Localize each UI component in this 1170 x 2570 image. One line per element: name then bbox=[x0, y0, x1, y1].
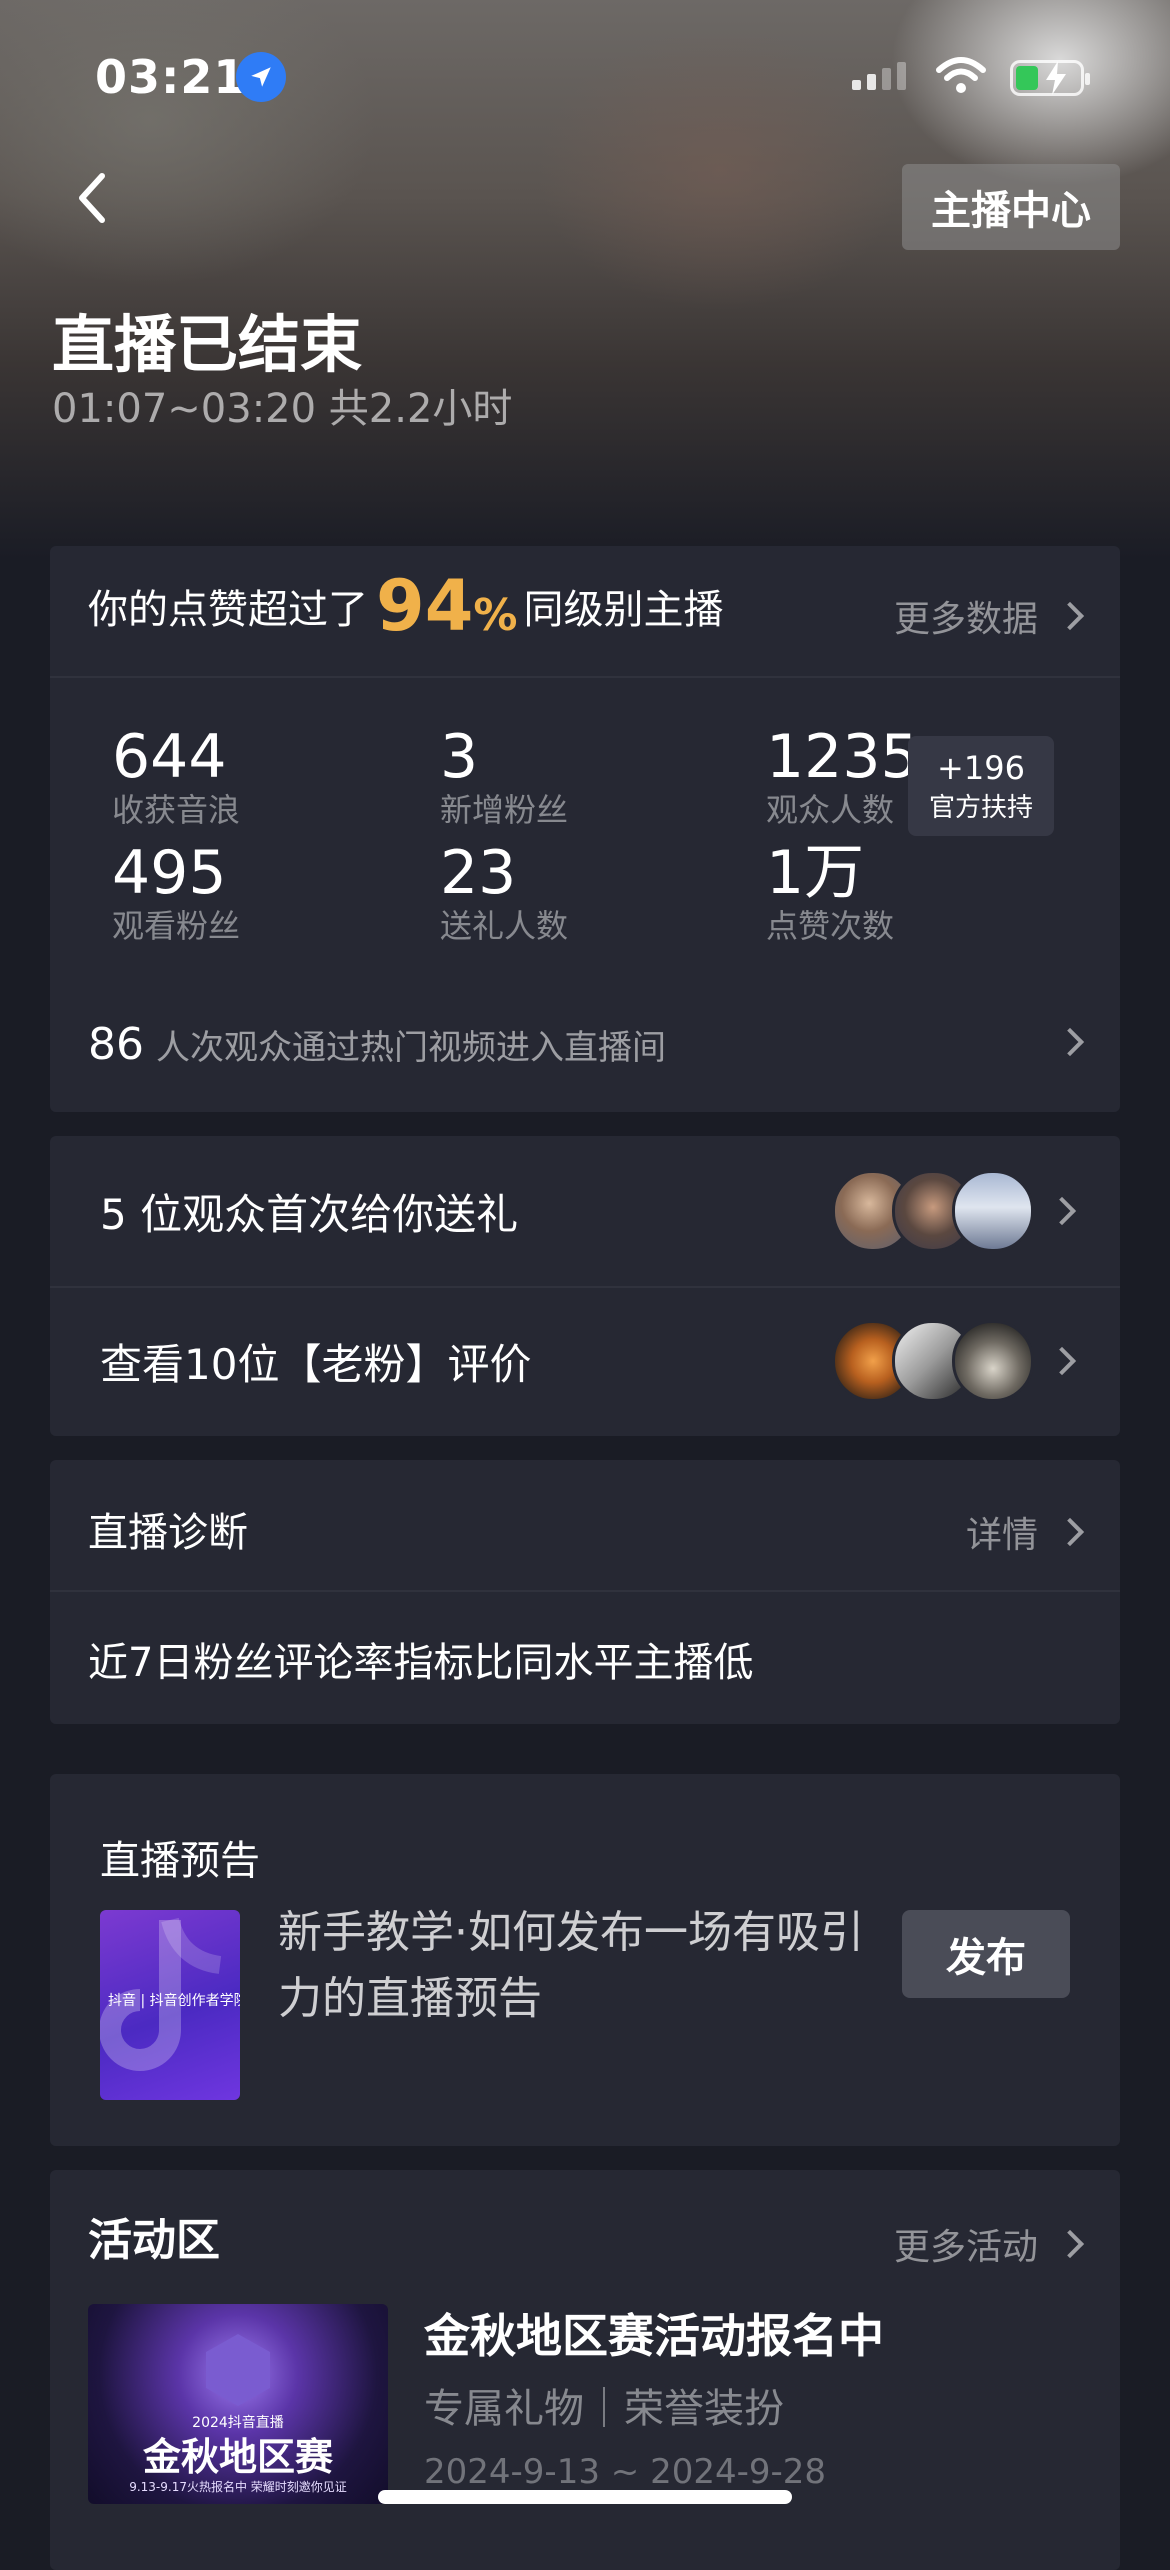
avatar bbox=[952, 1320, 1034, 1402]
chevron-right-icon bbox=[1055, 1027, 1085, 1057]
banner-caption: 9.13-9.17火热报名中 荣耀时刻邀你见证 bbox=[129, 2480, 347, 2494]
likes-suffix: 同级别主播 bbox=[523, 587, 724, 633]
publish-button[interactable]: 发布 bbox=[902, 1910, 1070, 1998]
thumbnail-caption: 抖音 | 抖音创作者学院 bbox=[108, 1993, 240, 2009]
status-time: 03:21 bbox=[95, 50, 247, 104]
activity-title: 活动区 bbox=[88, 2215, 220, 2266]
likes-percent: 94% bbox=[376, 565, 518, 647]
tiktok-logo-icon bbox=[206, 2334, 270, 2406]
banner-title: 金秋地区赛 bbox=[142, 2435, 333, 2479]
diagnosis-message: 近7日粉丝评论率指标比同水平主播低 bbox=[88, 1640, 754, 1686]
page-title: 直播已结束 bbox=[52, 308, 363, 381]
divider bbox=[50, 676, 1120, 678]
preview-description[interactable]: 新手教学·如何发布一场有吸引力的直播预告 bbox=[278, 1900, 878, 2032]
stat-item: 1235 观众人数 bbox=[766, 722, 919, 829]
battery-icon bbox=[1010, 60, 1090, 96]
diagnosis-card: 直播诊断 详情 近7日粉丝评论率指标比同水平主播低 bbox=[50, 1460, 1120, 1724]
back-button[interactable] bbox=[72, 168, 122, 228]
hot-video-entry-row[interactable]: 86 人次观众通过热门视频进入直播间 bbox=[88, 1012, 666, 1076]
wifi-icon bbox=[936, 56, 986, 100]
live-time-range: 01:07~03:20 共2.2小时 bbox=[52, 386, 513, 432]
stat-item: 644 收获音浪 bbox=[112, 722, 241, 829]
home-indicator[interactable] bbox=[378, 2490, 792, 2504]
chevron-right-icon bbox=[1055, 2229, 1085, 2259]
chevron-right-icon bbox=[1055, 1517, 1085, 1547]
activity-name[interactable]: 金秋地区赛活动报名中 bbox=[424, 2300, 884, 2366]
official-boost-badge: +196 官方扶持 bbox=[908, 736, 1054, 836]
fan-review-row[interactable]: 查看10位【老粉】评价 bbox=[50, 1286, 1120, 1436]
chevron-right-icon bbox=[1047, 1346, 1077, 1376]
stat-item: 495 观看粉丝 bbox=[112, 838, 241, 945]
stat-item: 1万 点赞次数 bbox=[766, 838, 895, 945]
more-activities-link[interactable]: 更多活动 bbox=[894, 2218, 1085, 2270]
live-preview-card: 直播预告 抖音 | 抖音创作者学院 新手教学·如何发布一场有吸引力的直播预告 发… bbox=[50, 1774, 1120, 2146]
stat-item: 3 新增粉丝 bbox=[440, 722, 569, 829]
diagnosis-detail-link[interactable]: 详情 bbox=[966, 1506, 1085, 1558]
activity-banner[interactable]: 2024抖音直播 金秋地区赛 9.13-9.17火热报名中 荣耀时刻邀你见证 bbox=[88, 2304, 388, 2504]
activity-card: 活动区 更多活动 2024抖音直播 金秋地区赛 9.13-9.17火热报名中 荣… bbox=[50, 2170, 1120, 2570]
summary-card: 你的点赞超过了 94% 同级别主播 更多数据 644 收获音浪 3 新增粉丝 123… bbox=[50, 546, 1120, 1112]
stat-item: 23 送礼人数 bbox=[440, 838, 569, 945]
anchor-center-button[interactable]: 主播中心 bbox=[902, 164, 1120, 250]
more-data-link[interactable]: 更多数据 bbox=[894, 590, 1085, 642]
avatar bbox=[952, 1170, 1034, 1252]
chevron-right-icon bbox=[1055, 601, 1085, 631]
chevron-right-icon bbox=[1047, 1196, 1077, 1226]
diagnosis-title: 直播诊断 bbox=[88, 1510, 248, 1556]
first-gift-row[interactable]: 5 位观众首次给你送礼 bbox=[50, 1136, 1120, 1286]
chevron-left-icon bbox=[79, 173, 105, 223]
likes-ranking: 你的点赞超过了 94% 同级别主播 bbox=[88, 565, 724, 647]
social-card: 5 位观众首次给你送礼 查看10位【老粉】评价 bbox=[50, 1136, 1120, 1436]
preview-thumbnail[interactable]: 抖音 | 抖音创作者学院 bbox=[100, 1910, 240, 2100]
preview-title: 直播预告 bbox=[100, 1838, 260, 1884]
signal-icon bbox=[852, 62, 906, 90]
divider bbox=[50, 1590, 1120, 1592]
activity-tags: 专属礼物｜荣誉装扮 bbox=[424, 2386, 784, 2432]
likes-prefix: 你的点赞超过了 bbox=[88, 587, 368, 633]
activity-date: 2024-9-13 ~ 2024-9-28 bbox=[424, 2452, 827, 2492]
location-arrow-icon bbox=[236, 52, 286, 102]
